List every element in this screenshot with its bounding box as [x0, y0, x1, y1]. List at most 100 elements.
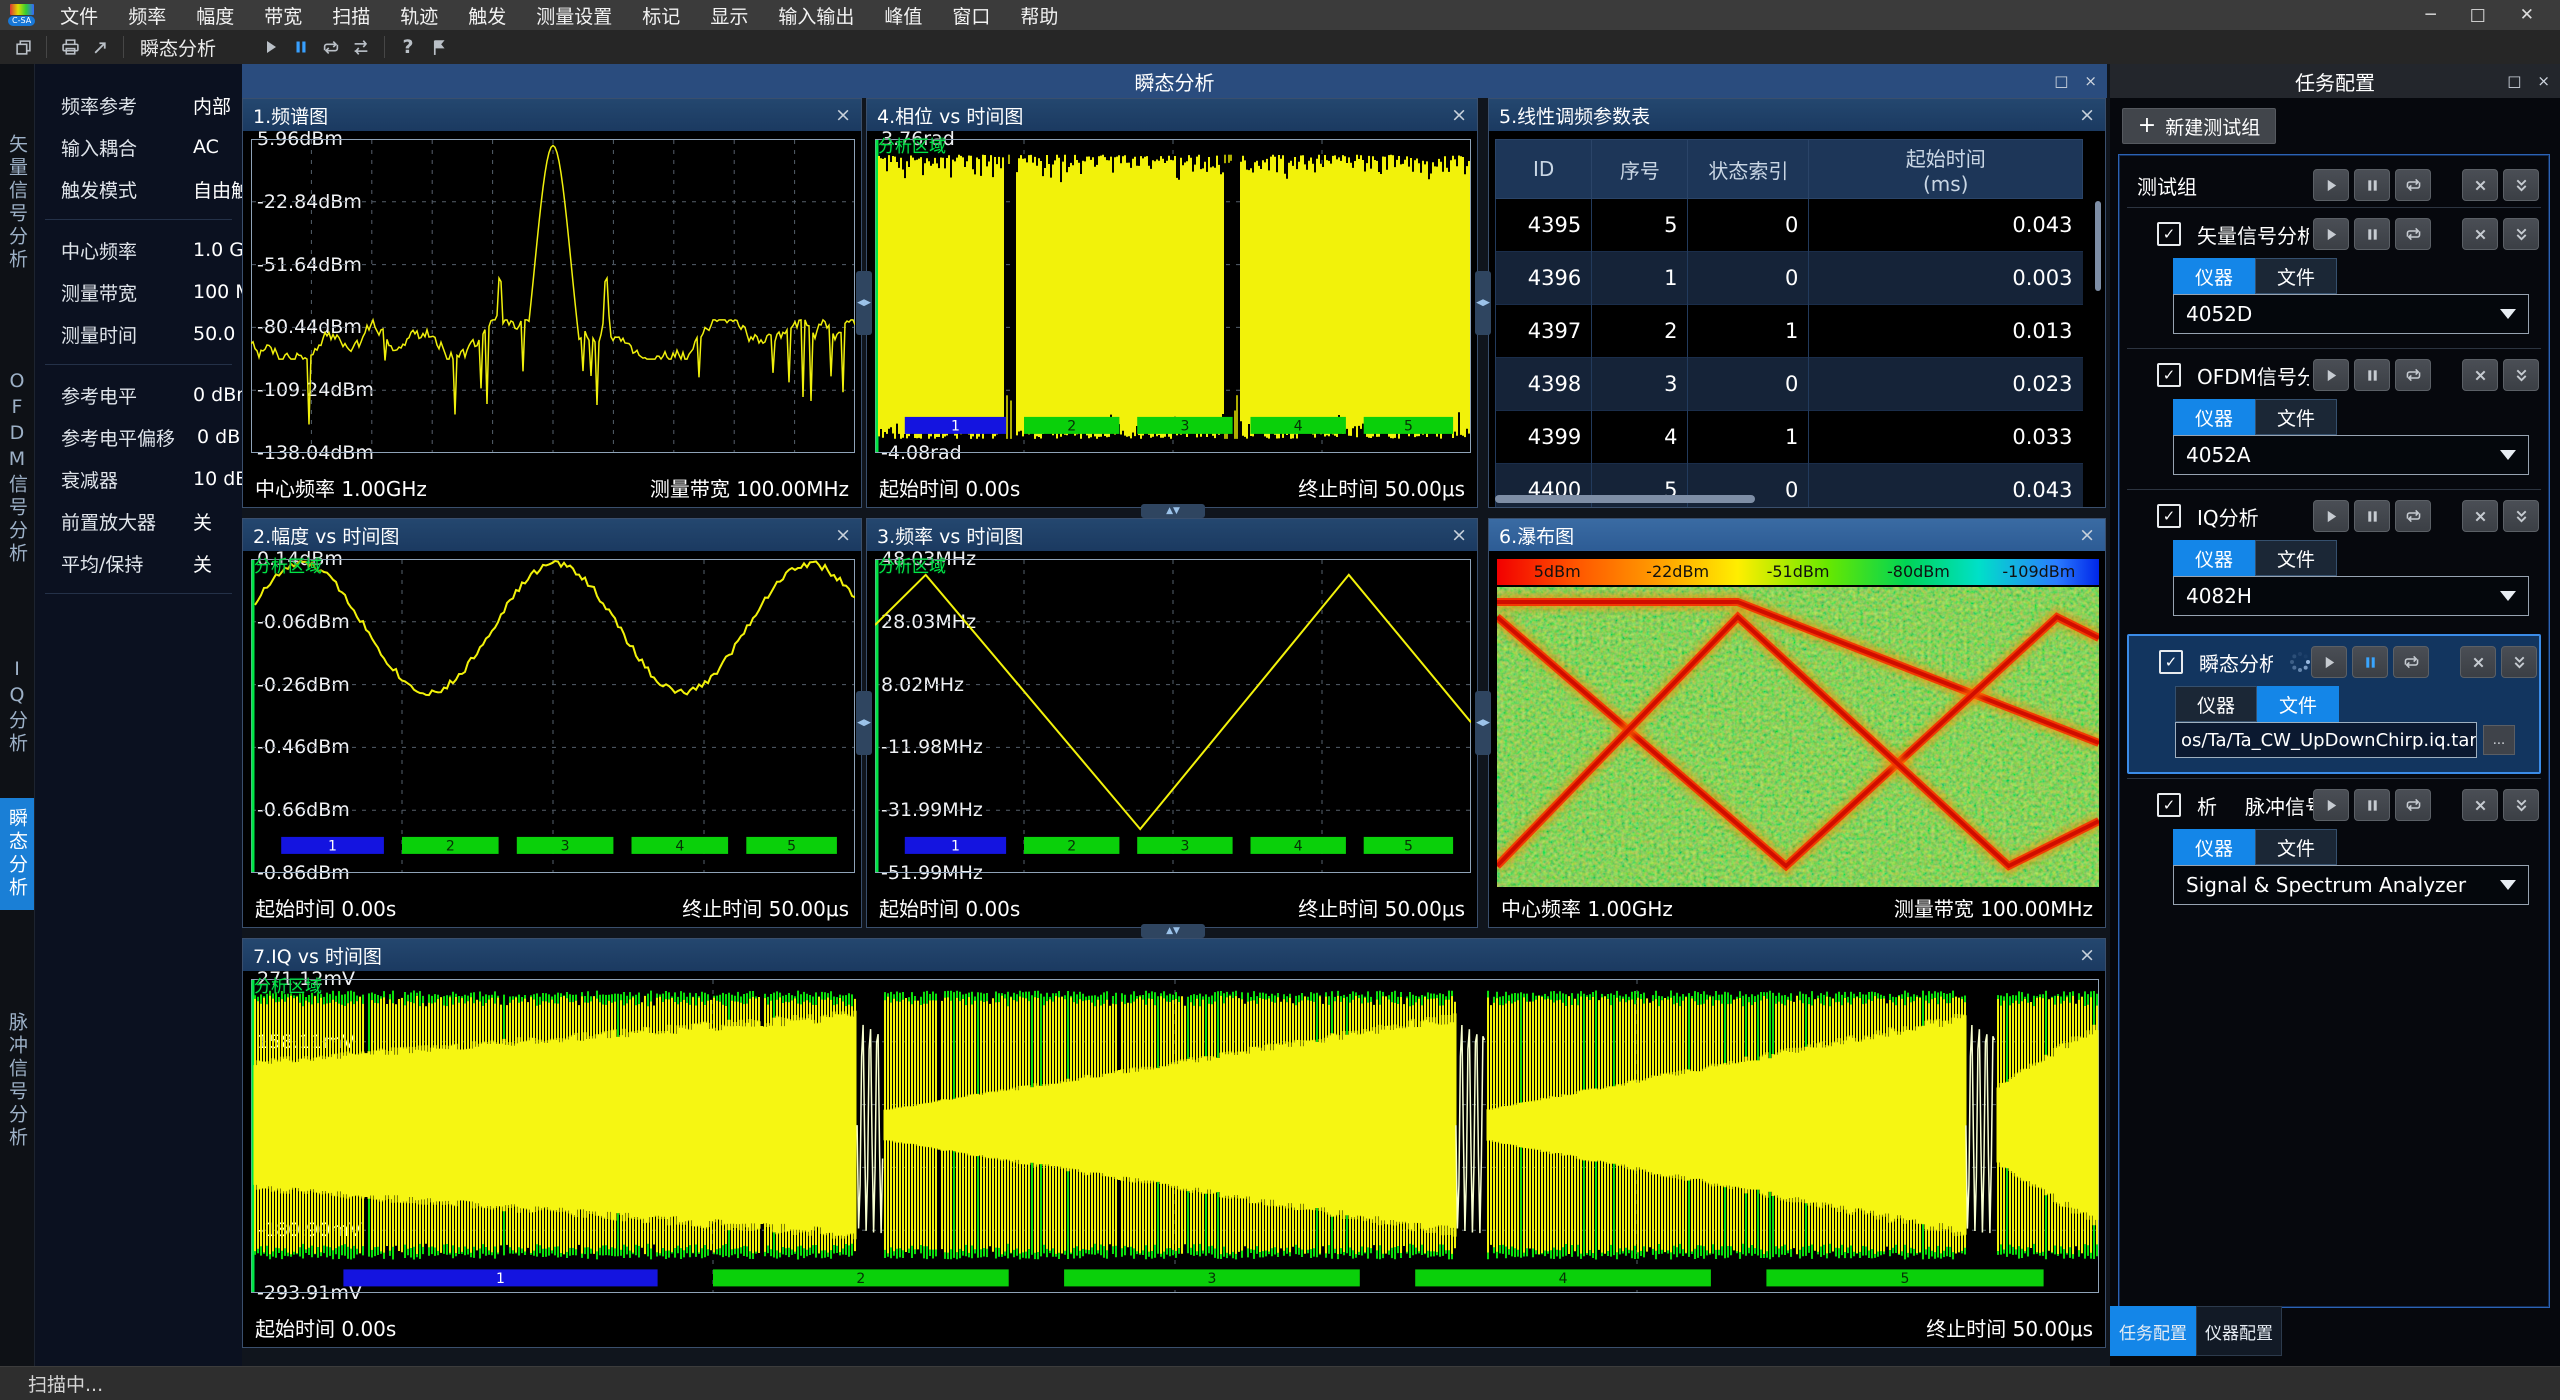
play-button[interactable] [2313, 789, 2349, 821]
sidebar-tab-3[interactable]: IQ分析 [0, 648, 34, 766]
pause-button[interactable] [2354, 500, 2390, 532]
param-row[interactable]: 频率参考内部 [35, 84, 242, 126]
param-row[interactable]: 参考电平偏移0 dB [35, 416, 242, 458]
restore-window-icon[interactable] [8, 33, 38, 61]
play-button[interactable] [2313, 218, 2349, 250]
table-row[interactable]: 4399410.033 [1496, 411, 2083, 464]
collapse-button[interactable] [2503, 789, 2539, 821]
panel-titlebar[interactable]: 5.线性调频参数表 × [1489, 99, 2105, 131]
loop-button[interactable] [2395, 169, 2431, 201]
param-row[interactable]: 测量时间50.0 μs [35, 313, 242, 355]
menu-item[interactable]: 扫描 [317, 2, 385, 29]
close-icon[interactable]: × [2079, 944, 2095, 966]
loop-button[interactable] [2395, 218, 2431, 250]
instrument-dropdown[interactable]: 4052A [2173, 435, 2529, 475]
play-button[interactable] [2313, 359, 2349, 391]
collapse-button[interactable] [2503, 359, 2539, 391]
menu-item[interactable]: 测量设置 [521, 2, 627, 29]
pause-button[interactable] [2354, 169, 2390, 201]
file-path-input[interactable]: os/Ta/Ta_CW_UpDownChirp.iq.tar [2175, 722, 2477, 758]
print-icon[interactable] [55, 33, 85, 61]
horizontal-scrollbar[interactable] [1495, 495, 1755, 503]
close-icon[interactable]: × [2079, 524, 2095, 546]
loop-button[interactable] [2395, 789, 2431, 821]
menu-item[interactable]: 文件 [45, 2, 113, 29]
close-icon[interactable]: × [2084, 72, 2097, 90]
table-row[interactable]: 4396100.003 [1496, 252, 2083, 305]
panel-titlebar[interactable]: 2.幅度 vs 时间图 × [243, 519, 861, 551]
pause-button[interactable] [2352, 646, 2388, 678]
loop-button[interactable] [2393, 646, 2429, 678]
panel-titlebar[interactable]: 6.瀑布图 × [1489, 519, 2105, 551]
maximize-icon[interactable]: □ [2470, 5, 2486, 25]
splitter-handle[interactable]: ◀▶ [856, 271, 872, 335]
sidebar-tab-2[interactable]: OFDM信号分析 [0, 360, 34, 576]
collapse-button[interactable] [2503, 500, 2539, 532]
float-icon[interactable]: □ [2507, 72, 2521, 90]
tab-file[interactable]: 文件 [2255, 829, 2337, 865]
task-item[interactable]: ✓IQ分析仪器文件4082H [2127, 489, 2541, 630]
sidebar-tab-1[interactable]: 矢量信号分析 [0, 124, 34, 282]
minimize-icon[interactable]: ─ [2425, 5, 2435, 25]
collapse-button[interactable] [2503, 218, 2539, 250]
vertical-scrollbar[interactable] [2095, 201, 2101, 291]
float-icon[interactable]: □ [2054, 72, 2068, 90]
play-icon[interactable] [256, 33, 286, 61]
panel-titlebar[interactable]: 3.频率 vs 时间图 × [867, 519, 1477, 551]
sidebar-tab-4[interactable]: 瞬态分析 [0, 798, 34, 910]
pause-icon[interactable] [286, 33, 316, 61]
remove-button[interactable] [2462, 789, 2498, 821]
menu-item[interactable]: 窗口 [937, 2, 1005, 29]
chirp-parameter-table[interactable]: ID序号状态索引起始时间 (ms)4395500.0434396100.0034… [1495, 139, 2083, 507]
remove-button[interactable] [2462, 218, 2498, 250]
instrument-dropdown[interactable]: 4052D [2173, 294, 2529, 334]
splitter-handle[interactable]: ▲▼ [1141, 924, 1205, 938]
menu-item[interactable]: 轨迹 [385, 2, 453, 29]
tab-file[interactable]: 文件 [2255, 399, 2337, 435]
loop-once-icon[interactable] [346, 33, 376, 61]
panel-titlebar[interactable]: 4.相位 vs 时间图 × [867, 99, 1477, 131]
fit-window-icon[interactable] [85, 33, 115, 61]
browse-button[interactable]: ... [2483, 725, 2515, 755]
play-button[interactable] [2311, 646, 2347, 678]
param-row[interactable]: 测量带宽100 MHz [35, 271, 242, 313]
checkbox[interactable]: ✓ [2159, 650, 2183, 674]
menu-item[interactable]: 幅度 [181, 2, 249, 29]
instrument-dropdown[interactable]: Signal & Spectrum Analyzer [2173, 865, 2529, 905]
sidebar-tab-5[interactable]: 脉冲信号分析 [0, 1002, 34, 1160]
table-header-cell[interactable]: 起始时间 (ms) [1809, 140, 2083, 199]
help-icon[interactable]: ? [393, 33, 423, 61]
remove-button[interactable] [2462, 169, 2498, 201]
table-row[interactable]: 4398300.023 [1496, 358, 2083, 411]
menu-item[interactable]: 帮助 [1005, 2, 1073, 29]
param-row[interactable]: 触发模式自由触发 [35, 168, 242, 210]
close-icon[interactable]: × [835, 104, 851, 126]
pause-button[interactable] [2354, 359, 2390, 391]
table-row[interactable]: 4397210.013 [1496, 305, 2083, 358]
table-header-cell[interactable]: ID [1496, 140, 1592, 199]
new-test-group-button[interactable]: + 新建测试组 [2122, 108, 2276, 144]
param-row[interactable]: 输入耦合AC [35, 126, 242, 168]
tab-instrument[interactable]: 仪器 [2175, 686, 2257, 722]
tab-task-config[interactable]: 任务配置 [2110, 1306, 2196, 1356]
menu-item[interactable]: 触发 [453, 2, 521, 29]
panel-titlebar[interactable]: 1.频谱图 × [243, 99, 861, 131]
close-icon[interactable]: × [1451, 104, 1467, 126]
param-row[interactable]: 平均/保持关 [35, 542, 242, 584]
panel-titlebar[interactable]: 7.IQ vs 时间图 × [243, 939, 2105, 971]
splitter-handle[interactable]: ▲▼ [1141, 504, 1205, 518]
tab-instrument[interactable]: 仪器 [2173, 829, 2255, 865]
close-icon[interactable]: × [2079, 104, 2095, 126]
close-icon[interactable]: × [1451, 524, 1467, 546]
task-item[interactable]: ✓OFDM信号分析仪器文件4052A [2127, 348, 2541, 489]
table-header-cell[interactable]: 序号 [1592, 140, 1688, 199]
tab-file[interactable]: 文件 [2255, 258, 2337, 294]
loop-button[interactable] [2395, 500, 2431, 532]
tab-instrument[interactable]: 仪器 [2173, 258, 2255, 294]
remove-button[interactable] [2462, 359, 2498, 391]
param-row[interactable]: 参考电平0 dBm [35, 374, 242, 416]
tab-file[interactable]: 文件 [2255, 540, 2337, 576]
tab-instrument[interactable]: 仪器 [2173, 399, 2255, 435]
tab-instrument-config[interactable]: 仪器配置 [2196, 1306, 2282, 1356]
param-row[interactable]: 前置放大器关 [35, 500, 242, 542]
